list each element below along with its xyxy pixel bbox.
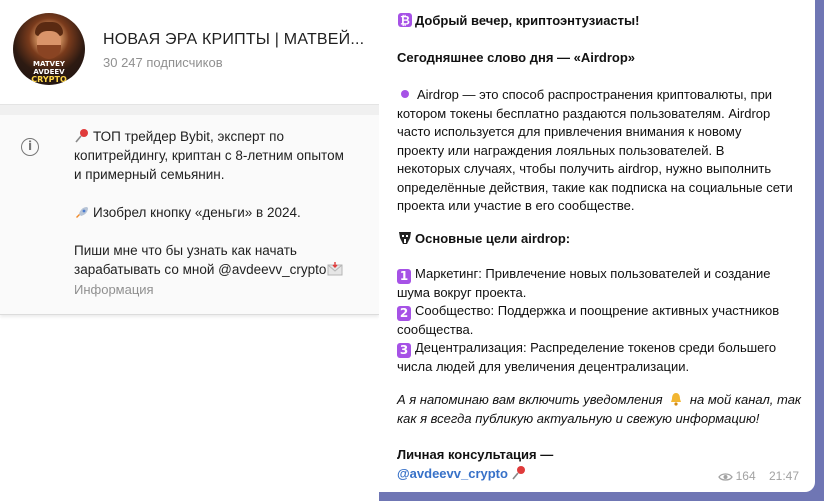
channel-avatar[interactable]: MATVEY AVDEEV CRYPTO [13,13,85,85]
view-count: 164 [735,469,756,483]
avatar-logo: MATVEY AVDEEV CRYPTO [13,60,85,84]
goals-title-line: Основные цели airdrop: [397,230,802,249]
number-1-icon: 1 [397,269,411,284]
definition-text: некоторых случаях, чтобы получить airdro… [397,161,772,176]
greeting-line: ₿ Добрый вечер, криптоэнтузиасты! [397,12,802,31]
goals-title: Основные цели airdrop: [415,231,571,246]
goal-item: 1 Маркетинг: Привлечение новых пользовате… [397,265,802,284]
reminder-text: как я всегда публикую актуальную и свежу… [397,410,760,426]
channel-header: MATVEY AVDEEV CRYPTO НОВАЯ ЭРА КРИПТЫ | … [0,0,379,105]
pushpin-icon [75,129,88,143]
word-of-day: Сегодняшнее слово дня — «Airdrop» [397,50,636,65]
info-icon: i [21,138,39,156]
channel-title[interactable]: НОВАЯ ЭРА КРИПТЫ | МАТВЕЙ... [103,31,364,49]
bell-icon [671,393,682,406]
definition-text: определённые действия, такие как подписк… [397,179,793,195]
goal-text: Децентрализация: Распределение токенов с… [415,340,777,355]
number-3-icon: 3 [397,343,411,358]
definition-text: проекту или награждения лояльных пользов… [397,142,725,158]
contact-line: зарабатывать со мной @avdeevv_crypto [74,260,374,279]
goal-text: шума вокруг проекта. [397,284,527,300]
message-bubble[interactable]: ₿ Добрый вечер, криптоэнтузиасты! Сегодня… [379,0,815,492]
subscriber-count: 30 247 подписчиков [103,55,223,70]
definition-text: часто используется для привлечения внима… [397,124,742,139]
bitcoin-icon: ₿ [398,13,412,28]
invented-text: Изобрел кнопку «деньги» в 2024. [93,205,301,220]
reminder-line: А я напоминаю вам включить уведомления н… [397,391,802,410]
pushpin-icon [512,465,525,480]
goal-text: числа людей для увеличения децентрализац… [397,358,690,374]
number-2-icon: 2 [397,306,411,321]
definition-text: проекта или участие в его сообществе. [397,198,635,213]
eye-icon [717,473,733,481]
bio-line: ТОП трейдер Bybit, эксперт по [74,127,374,146]
definition-text: котором токены бесплатно раздаются польз… [397,105,771,121]
rocket-icon [76,207,88,218]
reminder-text: А я напоминаю вам включить уведомления [397,392,663,407]
goal-item: 2 Сообщество: Поддержка и поощрение актив… [397,302,802,321]
bio-text: ТОП трейдер Bybit, эксперт по [93,129,284,144]
message-meta: 164 21:47 [717,469,799,483]
contact-text: Пиши мне что бы узнать как начать [74,243,297,258]
goal-text: Сообщество: Поддержка и поощрение активн… [415,303,780,318]
svg-text:₿: ₿ [400,14,410,28]
message-time: 21:47 [768,469,799,483]
info-label: Информация [74,282,154,297]
consultation-link[interactable]: @avdeevv_crypto [397,466,508,481]
chat-background: ₿ Добрый вечер, криптоэнтузиасты! Сегодня… [379,0,824,501]
consultation-title: Личная консультация — [397,447,554,462]
goal-text: Маркетинг: Привлечение новых пользовател… [415,266,771,281]
greeting-text: Добрый вечер, криптоэнтузиасты! [415,13,640,28]
reminder-text: на мой канал, так [689,392,802,407]
transformer-icon [399,232,411,244]
definition-text: Airdrop — это способ распространения кри… [417,87,773,102]
definition-line: Airdrop — это способ распространения кри… [397,86,802,105]
invented-line: Изобрел кнопку «деньги» в 2024. [74,203,374,222]
bio-text: и примерный семьянин. [74,167,225,182]
goal-text: сообщества. [397,321,474,337]
avatar-beard [37,45,61,59]
avatar-logo-line: CRYPTO [31,75,67,84]
envelope-icon [327,262,343,276]
channel-info-panel: MATVEY AVDEEV CRYPTO НОВАЯ ЭРА КРИПТЫ | … [0,0,379,315]
bio-text: копитрейдингу, криптан с 8-летним опытом [74,148,344,163]
purple-dot-icon [401,90,409,98]
contact-text[interactable]: зарабатывать со мной @avdeevv_crypto [74,262,326,277]
goal-item: 3 Децентрализация: Распределение токенов … [397,339,802,358]
